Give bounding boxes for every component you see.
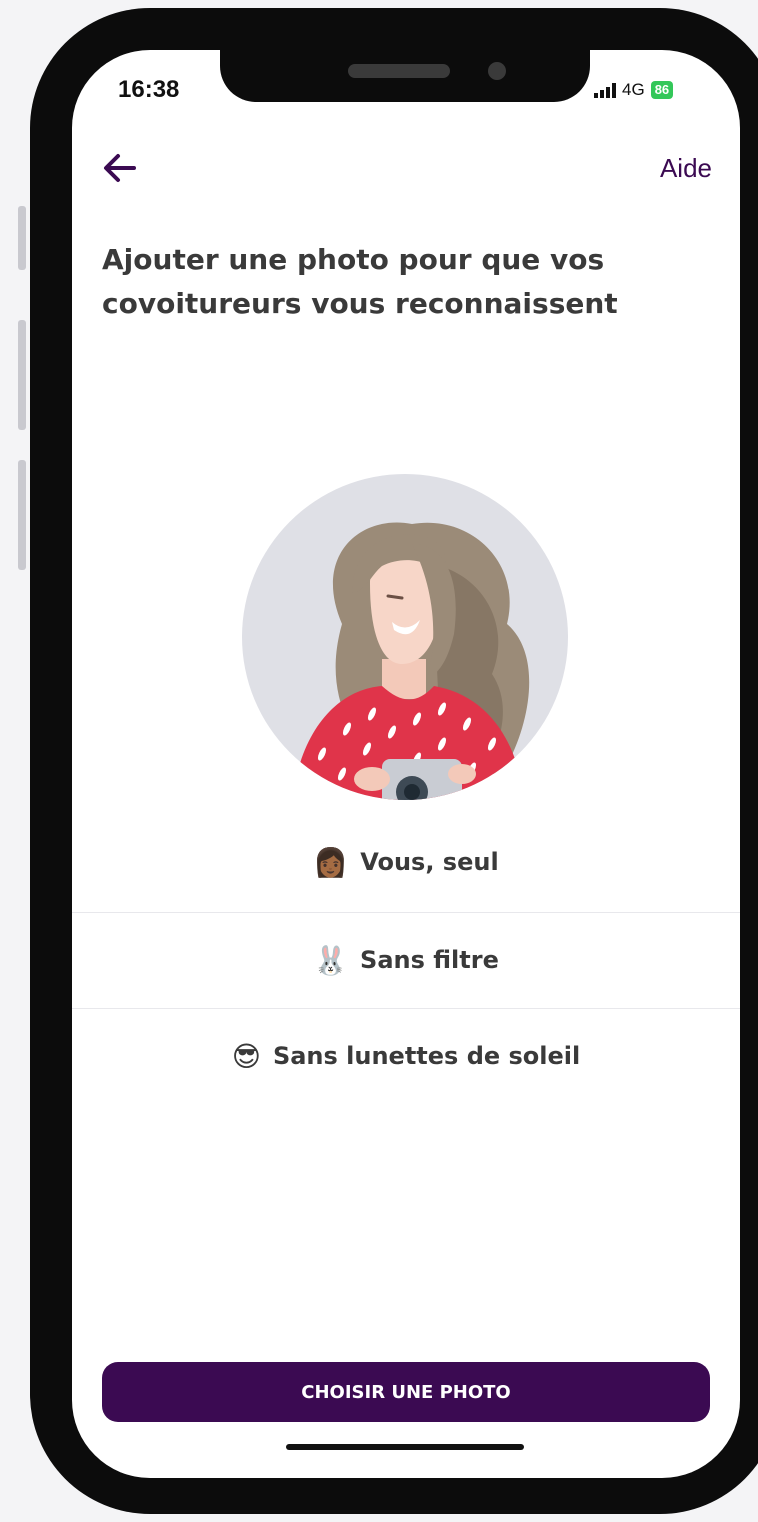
guideline-no-sunglasses: 😎 Sans lunettes de soleil [72,1032,740,1080]
arrow-left-icon [104,154,136,182]
battery-icon: 86 [650,81,674,99]
network-label: 4G [622,80,645,99]
back-button[interactable] [98,146,142,190]
mute-switch [18,206,26,270]
notch [220,50,590,102]
guideline-label: Sans lunettes de soleil [272,1042,581,1070]
phone-screen: 16:38 4G 86 Aide Ajouter une photo pour … [72,50,740,1478]
guideline-label: Vous, seul [360,848,499,876]
woman-avatar-illustration [242,474,568,800]
front-camera [488,62,506,80]
choose-photo-button[interactable]: CHOISIR UNE PHOTO [102,1362,710,1422]
divider [72,1008,740,1009]
status-indicators: 4G 86 [594,80,674,100]
guideline-label: Sans filtre [360,946,499,974]
page-title: Ajouter une photo pour que vos covoiture… [102,243,618,320]
sunglasses-emoji-icon: 😎 [231,1039,261,1073]
help-link[interactable]: Aide [660,153,712,184]
guideline-alone: 👩🏾 Vous, seul [72,838,740,886]
rabbit-emoji-icon: 🐰 [313,943,349,977]
speaker-grille [348,64,450,78]
person-emoji-icon: 👩🏾 [313,845,349,879]
volume-up-button [18,320,26,430]
device-frame-background: 16:38 4G 86 Aide Ajouter une photo pour … [0,0,758,1522]
volume-down-button [18,460,26,570]
status-time: 16:38 [118,76,180,103]
signal-icon [594,82,616,98]
divider [72,912,740,913]
guideline-no-filter: 🐰 Sans filtre [72,936,740,984]
home-indicator[interactable] [286,1444,524,1450]
profile-photo-illustration [242,474,568,800]
